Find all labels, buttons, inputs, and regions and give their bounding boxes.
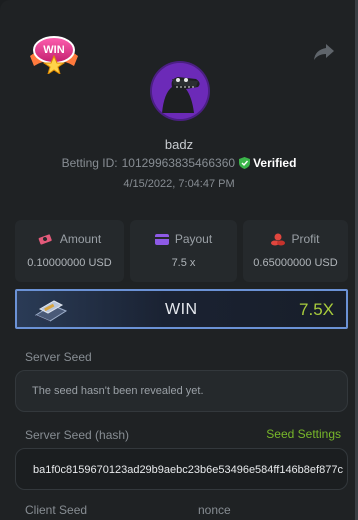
stat-value-payout: 7.5 x	[171, 257, 196, 269]
game-box-icon	[34, 300, 68, 323]
betting-id-line: Betting ID: 10129963835466360 Verified	[0, 156, 358, 170]
crocodile-avatar-icon	[152, 63, 208, 119]
bet-details-panel: WIN badz Betting ID: 10129963835466360 V…	[0, 0, 358, 520]
stat-label-amount: Amount	[59, 232, 102, 246]
betting-id-label: Betting ID:	[61, 156, 118, 170]
stat-label-payout: Payout	[174, 232, 213, 246]
share-icon[interactable]	[313, 42, 335, 62]
result-banner: WIN 7.5X	[15, 289, 348, 329]
bet-date: 4/15/2022, 7:04:47 PM	[123, 178, 235, 190]
verified-shield-icon	[239, 157, 251, 169]
stat-card-amount: Amount 0.10000000 USD	[15, 220, 124, 282]
result-label: WIN	[165, 301, 198, 318]
client-seed-label: Client Seed	[25, 503, 88, 517]
stat-card-payout: Payout 7.5 x	[130, 220, 237, 282]
server-seed-value: The seed hasn't been revealed yet.	[32, 385, 204, 397]
win-badge-icon: WIN	[30, 36, 78, 74]
server-seed-box: The seed hasn't been revealed yet.	[15, 370, 348, 412]
stat-card-profit: Profit 0.65000000 USD	[243, 220, 348, 282]
username: badz	[164, 137, 194, 152]
result-multiplier: 7.5X	[299, 300, 334, 319]
stat-value-amount: 0.10000000 USD	[27, 257, 112, 269]
verified-badge: Verified	[239, 156, 296, 170]
server-seed-label: Server Seed	[25, 350, 92, 364]
stat-label-profit: Profit	[291, 232, 320, 246]
card-icon	[154, 233, 169, 245]
verified-label: Verified	[253, 156, 297, 170]
win-badge-text: WIN	[43, 44, 64, 56]
coins-icon	[271, 233, 286, 245]
betting-id-value: 10129963835466360	[121, 156, 236, 170]
stat-value-profit: 0.65000000 USD	[253, 257, 338, 269]
nonce-label: nonce	[198, 503, 231, 517]
server-seed-hash-value: ba1f0c8159670123ad29b9aebc23b6e53496e584…	[33, 464, 343, 476]
seed-settings-link[interactable]: Seed Settings	[266, 427, 341, 441]
avatar[interactable]	[152, 63, 208, 119]
money-icon	[38, 234, 52, 245]
server-seed-hash-field[interactable]: ba1f0c8159670123ad29b9aebc23b6e53496e584…	[15, 448, 348, 490]
server-seed-hash-label: Server Seed (hash)	[25, 428, 130, 442]
